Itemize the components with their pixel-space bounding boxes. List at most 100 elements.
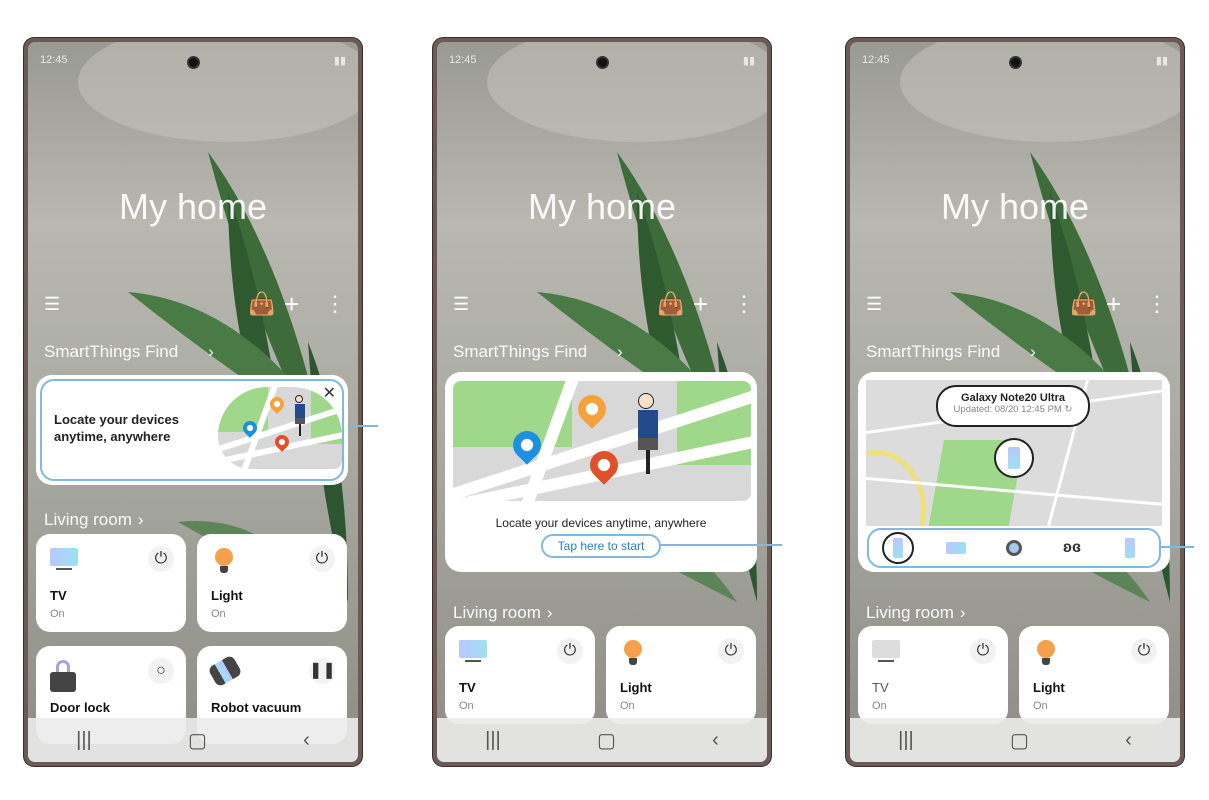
device-status: On: [50, 608, 65, 620]
power-icon[interactable]: ⏻: [309, 546, 335, 572]
map-pin-icon: [572, 389, 612, 430]
device-tile[interactable]: ⏻ Light On: [197, 534, 347, 632]
home-icon[interactable]: ▢: [188, 728, 207, 753]
device-tile[interactable]: ⏻ Light On: [1019, 626, 1169, 724]
navigation-bar: ||| ▢ ‹: [850, 718, 1180, 762]
close-icon[interactable]: ✕: [323, 383, 336, 403]
find-illustration: [453, 381, 751, 501]
phone-icon[interactable]: [882, 532, 914, 564]
back-icon[interactable]: ‹: [303, 729, 310, 752]
menu-icon[interactable]: ☰: [866, 293, 882, 315]
device-status: On: [1033, 700, 1048, 712]
earbuds-icon[interactable]: ʚɞ: [1056, 532, 1088, 564]
tv-icon: [459, 640, 487, 663]
device-name: Light: [211, 588, 243, 603]
pause-icon[interactable]: ❚❚: [309, 658, 336, 684]
callout-line: [1160, 546, 1194, 548]
tap-to-start-button[interactable]: Tap here to start: [541, 534, 661, 558]
power-icon[interactable]: ⏻: [148, 546, 174, 572]
screen: 12:45 ▮▮ My home ☰ 👜 + ⋮ SmartThings Find…: [437, 42, 767, 762]
section-title: SmartThings Find: [866, 342, 1001, 361]
smartthings-find-link[interactable]: SmartThings Find ›: [453, 342, 623, 362]
screen: 12:45 ▮▮ My home ☰ 👜 + ⋮ SmartThings Find…: [850, 42, 1180, 762]
home-icon[interactable]: ▢: [597, 728, 616, 753]
add-icon[interactable]: +: [693, 291, 708, 317]
power-icon[interactable]: ⏻: [970, 638, 996, 664]
living-room-link[interactable]: Living room ›: [44, 510, 144, 530]
power-icon[interactable]: ⏻: [1131, 638, 1157, 664]
signal-battery-icon: ▮▮: [333, 55, 346, 67]
tv-icon: [872, 640, 900, 663]
more-options-icon[interactable]: ⋮: [1146, 293, 1168, 315]
tv-icon: [50, 548, 78, 571]
person-figure: [637, 393, 658, 483]
power-icon[interactable]: ⏻: [557, 638, 583, 664]
tablet-icon[interactable]: [940, 532, 972, 564]
phone-icon[interactable]: [1114, 532, 1146, 564]
promo-text: Locate your devices anytime, anywhere: [54, 412, 179, 444]
promo-text: Locate your devices anytime, anywhere: [495, 516, 707, 530]
device-tile[interactable]: ⏻ Light On: [606, 626, 756, 724]
smartthings-find-link[interactable]: SmartThings Find ›: [866, 342, 1036, 362]
device-tile[interactable]: ⏻ TV On: [858, 626, 1008, 724]
recent-apps-icon[interactable]: |||: [76, 729, 92, 752]
section-title: Living room: [866, 603, 954, 622]
device-name: Door lock: [50, 700, 110, 715]
living-room-link[interactable]: Living room ›: [866, 603, 966, 623]
lock-toggle-icon[interactable]: ○: [148, 658, 174, 684]
device-status: On: [620, 700, 635, 712]
living-room-link[interactable]: Living room ›: [453, 603, 553, 623]
more-options-icon[interactable]: ⋮: [733, 293, 755, 315]
device-map-pin[interactable]: [994, 438, 1034, 478]
back-icon[interactable]: ‹: [712, 729, 719, 752]
menu-icon[interactable]: ☰: [453, 293, 469, 315]
status-time: 12:45: [40, 54, 68, 66]
find-promo-card[interactable]: Locate your devices anytime, anywhere ✕: [36, 375, 348, 485]
recent-apps-icon[interactable]: |||: [485, 729, 501, 752]
signal-battery-icon: ▮▮: [1155, 55, 1168, 67]
back-icon[interactable]: ‹: [1125, 729, 1132, 752]
bulb-icon: [211, 548, 233, 573]
power-icon[interactable]: ⏻: [718, 638, 744, 664]
status-time: 12:45: [449, 54, 477, 66]
camera-icon: [596, 56, 609, 69]
smartthings-find-link[interactable]: SmartThings Find ›: [44, 342, 214, 362]
navigation-bar: ||| ▢ ‹: [437, 718, 767, 762]
device-location-popup: Galaxy Note20 Ultra Updated: 08/20 12:45…: [936, 385, 1090, 427]
store-bag-icon[interactable]: 👜: [248, 293, 275, 315]
lock-icon: [50, 660, 76, 692]
phone-2: 12:45 ▮▮ My home ☰ 👜 + ⋮ SmartThings Find…: [433, 38, 771, 766]
device-name: Galaxy Note20 Ultra: [961, 392, 1065, 404]
signal-battery-icon: ▮▮: [742, 55, 755, 67]
recent-apps-icon[interactable]: |||: [898, 729, 914, 752]
chevron-right-icon: ›: [1030, 342, 1036, 361]
device-tile[interactable]: ⏻ TV On: [445, 626, 595, 724]
find-promo-card[interactable]: Locate your devices anytime, anywhere Ta…: [445, 372, 757, 572]
device-name: Robot vacuum: [211, 700, 302, 715]
store-bag-icon[interactable]: 👜: [657, 293, 684, 315]
home-icon[interactable]: ▢: [1010, 728, 1029, 753]
status-time: 12:45: [862, 54, 890, 66]
section-title: SmartThings Find: [44, 342, 179, 361]
device-status: On: [459, 700, 474, 712]
device-name: Light: [620, 680, 652, 695]
watch-icon[interactable]: [998, 532, 1030, 564]
menu-icon[interactable]: ☰: [44, 293, 60, 315]
device-strip: ʚɞ: [867, 528, 1161, 568]
bulb-icon: [1033, 640, 1055, 665]
refresh-icon[interactable]: ↻: [1064, 404, 1072, 415]
camera-icon: [187, 56, 200, 69]
page-title: My home: [940, 186, 1090, 227]
more-options-icon[interactable]: ⋮: [324, 293, 346, 315]
chevron-right-icon: ›: [546, 603, 553, 622]
updated-time: Updated: 08/20 12:45 PM ↻: [953, 404, 1073, 415]
navigation-bar: ||| ▢ ‹: [28, 718, 358, 762]
device-tile[interactable]: ⏻ TV On: [36, 534, 186, 632]
add-icon[interactable]: +: [284, 291, 299, 317]
callout-line: [660, 544, 782, 546]
map-view[interactable]: Galaxy Note20 Ultra Updated: 08/20 12:45…: [866, 380, 1162, 526]
camera-icon: [1009, 56, 1022, 69]
add-icon[interactable]: +: [1106, 291, 1121, 317]
store-bag-icon[interactable]: 👜: [1070, 293, 1097, 315]
find-map-card[interactable]: Galaxy Note20 Ultra Updated: 08/20 12:45…: [858, 372, 1170, 572]
